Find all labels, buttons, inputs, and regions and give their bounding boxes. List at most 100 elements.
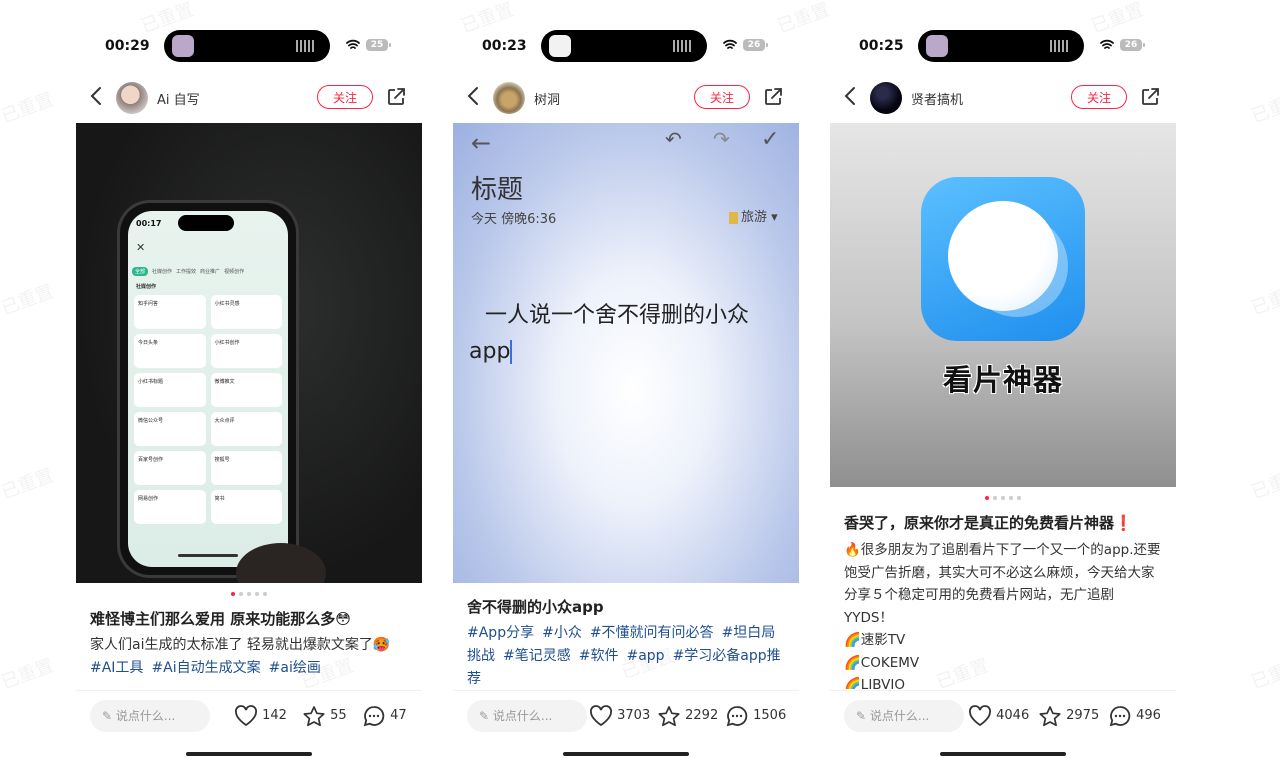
back-chevron-icon[interactable]: [844, 86, 856, 111]
phone-card: 百家号创作: [134, 451, 206, 485]
phone-tab: 视频创作: [224, 269, 245, 275]
divider: [76, 690, 422, 691]
hashtag[interactable]: #笔记灵感: [503, 648, 571, 664]
wifi-icon: [723, 39, 737, 53]
phone-card: 小红书标题: [134, 373, 206, 407]
back-chevron-icon[interactable]: [467, 86, 479, 111]
comment-placeholder: 说点什么...: [115, 709, 176, 723]
phone-tab: 社媒创作: [152, 269, 173, 275]
text-cursor: [510, 340, 513, 364]
author-avatar[interactable]: [493, 82, 525, 114]
phone-tab: 工作提效: [176, 269, 197, 275]
phone-card-label: 微信公众号: [138, 418, 164, 424]
share-icon[interactable]: [763, 87, 782, 105]
comment-bubble-icon: [726, 705, 748, 726]
phone-card-label: 大众点评: [214, 418, 235, 424]
hashtag[interactable]: #App分享: [467, 625, 534, 641]
heart-icon: [235, 704, 257, 726]
follow-button[interactable]: 关注: [1071, 85, 1127, 109]
share-icon[interactable]: [386, 87, 405, 105]
hashtag[interactable]: #ai绘画: [269, 660, 321, 676]
hashtag[interactable]: #不懂就问有问必答: [590, 625, 714, 641]
comment-input[interactable]: ✎ 说点什么...: [844, 700, 964, 732]
star-icon: [658, 705, 680, 726]
post-title: 舍不得删的小众app: [467, 598, 604, 616]
watermark: 已重置: [1248, 89, 1280, 128]
author-name[interactable]: 贤者搞机: [911, 89, 963, 108]
phone-card: 简书: [210, 490, 282, 524]
hashtag[interactable]: #小众: [542, 625, 582, 641]
comment-input[interactable]: ✎ 说点什么...: [90, 700, 210, 732]
comment-input[interactable]: ✎ 说点什么...: [467, 700, 587, 732]
post-image[interactable]: ← ↶ ↷ ✓ 标题 今天 傍晚6:36 旅游 ▾ 一人说一个舍不得删的小众 a…: [453, 123, 799, 583]
watermark: 已重置: [0, 89, 57, 128]
home-indicator: [940, 752, 1066, 756]
back-chevron-icon[interactable]: [90, 86, 102, 111]
comment-button[interactable]: 1506: [725, 704, 786, 728]
phone-card: 微博推文: [210, 373, 282, 407]
phone-card-label: 简书: [214, 496, 225, 502]
author-name[interactable]: 树洞: [534, 89, 560, 108]
like-count: 3703: [617, 708, 651, 723]
watermark: 已重置: [1248, 281, 1280, 320]
post-title: 香哭了，原来你才是真正的免费看片神器❗: [844, 514, 1133, 532]
post-panel-3: 00:25 26 贤者搞机 关注 看片神器 香哭了，原来你才是真正的免费看片神器…: [830, 0, 1176, 758]
phone-card-grid: 知乎问答 小红书灵感 今日头条 小红书创作 小红书标题 微博推文 微信公众号 大…: [134, 295, 282, 524]
watermark: 已重置: [1248, 465, 1280, 504]
comment-button[interactable]: 496: [1108, 704, 1161, 728]
like-button[interactable]: 142: [234, 704, 287, 728]
status-time: 00:25: [859, 38, 904, 54]
follow-button[interactable]: 关注: [694, 85, 750, 109]
redo-icon: ↷: [713, 127, 730, 151]
phone-photo: 00:17 ✕ 全部 社媒创作 工作提效 商业推广 视频创作 社媒创作 知乎问答 小红书…: [120, 203, 296, 575]
phone-card: 大众点评: [210, 412, 282, 446]
phone-card-label: 今日头条: [138, 340, 159, 346]
author-avatar[interactable]: [116, 82, 148, 114]
hashtag[interactable]: #app: [626, 648, 664, 664]
hashtag[interactable]: #AI工具: [90, 660, 143, 676]
hashtag[interactable]: #Ai自动生成文案: [151, 660, 260, 676]
wifi-icon: [1100, 39, 1114, 53]
post-body-line: 🌈LIBVIO: [844, 677, 906, 689]
like-count: 142: [262, 708, 287, 723]
author-name[interactable]: Ai 自写: [157, 89, 200, 108]
tag-list: #AI工具 #Ai自动生成文案 #ai绘画: [90, 657, 408, 680]
phone-card-label: 小红书创作: [214, 340, 240, 346]
favorite-button[interactable]: 2975: [1038, 704, 1099, 728]
share-icon[interactable]: [1140, 87, 1159, 105]
dynamic-island: [918, 30, 1084, 62]
phone-card: 知乎问答: [134, 295, 206, 329]
watermark: 已重置: [0, 655, 57, 694]
phone-card-label: 网易创作: [138, 496, 159, 502]
note-date: 今天 傍晚6:36: [471, 212, 557, 227]
check-icon: ✓: [761, 127, 780, 152]
audio-wave-icon: [296, 40, 316, 52]
favorite-button[interactable]: 2292: [657, 704, 718, 728]
phone-tab: 商业推广: [200, 269, 221, 275]
post-image[interactable]: 00:17 ✕ 全部 社媒创作 工作提效 商业推广 视频创作 社媒创作 知乎问答 小红书…: [76, 123, 422, 583]
like-button[interactable]: 3703: [589, 704, 650, 728]
battery-indicator: 26: [743, 39, 768, 51]
audio-wave-icon: [1050, 40, 1070, 52]
like-button[interactable]: 4046: [968, 704, 1029, 728]
post-image[interactable]: 看片神器: [830, 123, 1176, 487]
author-avatar[interactable]: [870, 82, 902, 114]
favorite-button[interactable]: 55: [302, 704, 347, 728]
phone-time: 00:17: [136, 219, 162, 228]
interaction-bar: ✎ 说点什么... 142 55 47: [76, 700, 422, 732]
planet-icon: [948, 201, 1058, 311]
post-header: Ai 自写 关注: [76, 80, 422, 116]
hashtag[interactable]: #软件: [579, 648, 619, 664]
post-body: 🔥很多朋友为了追剧看片下了一个又一个的app.还要饱受广告折磨，其实大可不必这么…: [844, 539, 1162, 689]
follow-button[interactable]: 关注: [317, 85, 373, 109]
comment-button[interactable]: 47: [362, 704, 407, 728]
battery-indicator: 25: [366, 39, 391, 51]
home-indicator: [186, 752, 312, 756]
note-heading: 标题: [471, 175, 524, 205]
battery-indicator: 26: [1120, 39, 1145, 51]
status-time: 00:23: [482, 38, 527, 54]
media-thumbnail: [549, 35, 571, 57]
comment-count: 1506: [753, 708, 787, 723]
post-panel-1: 00:29 25 Ai 自写 关注 00:17 ✕ 全部 社媒创作 工作提效 商业推广…: [76, 0, 422, 758]
image-pager-dots: [830, 496, 1176, 500]
